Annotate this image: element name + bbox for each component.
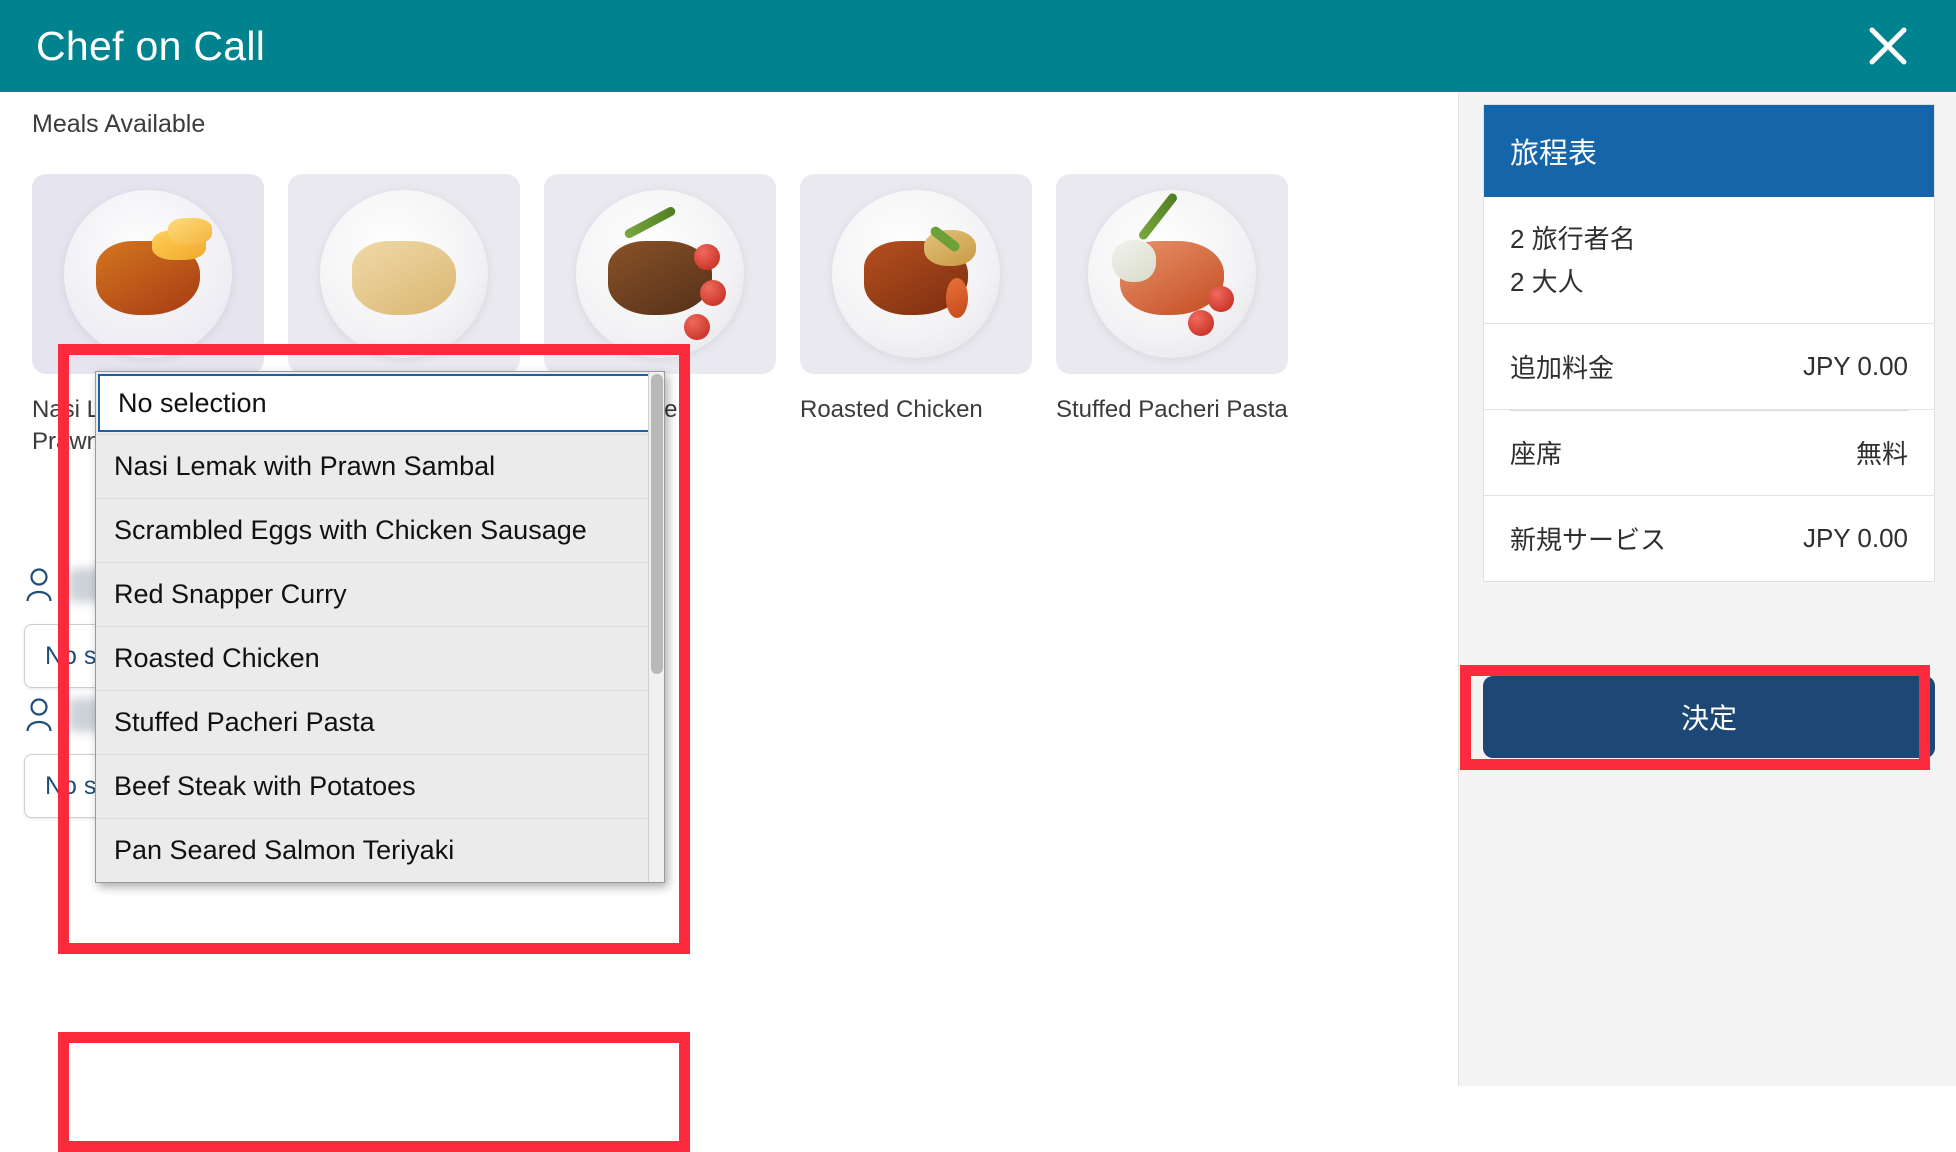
meal-thumbnail (544, 174, 776, 374)
itinerary-row: 座席 無料 (1484, 410, 1934, 496)
itinerary-card: 旅程表 2 旅行者名 2 大人 追加料金 JPY 0.00 座席 無料 新規サー… (1483, 104, 1935, 582)
itinerary-row: 追加料金 JPY 0.00 (1484, 324, 1934, 410)
dropdown-option[interactable]: Nasi Lemak with Prawn Sambal (96, 434, 664, 498)
passenger-count: 2 旅行者名 (1510, 224, 1636, 254)
meal-card[interactable]: Roasted Chicken (800, 174, 1032, 458)
meal-thumbnail (288, 174, 520, 374)
meal-card-label: Stuffed Pacheri Pasta (1056, 396, 1288, 423)
confirm-button[interactable]: 決定 (1483, 676, 1935, 758)
itinerary-row-label: 新規サービス (1510, 525, 1667, 555)
meal-thumbnail (32, 174, 264, 374)
adults-count: 2 大人 (1510, 267, 1584, 297)
meal-thumbnail (1056, 174, 1288, 374)
meal-options-dropdown[interactable]: No selection Nasi Lemak with Prawn Samba… (95, 371, 665, 883)
page-title: Chef on Call (36, 22, 266, 69)
dropdown-scrollbar-thumb[interactable] (651, 374, 663, 674)
itinerary-passengers: 2 旅行者名 2 大人 (1484, 197, 1934, 324)
dropdown-option[interactable]: Beef Steak with Potatoes (96, 754, 664, 818)
close-button[interactable] (1842, 0, 1934, 92)
section-title: Meals Available (32, 110, 206, 138)
close-icon (1865, 23, 1911, 69)
dropdown-option[interactable]: Roasted Chicken (96, 626, 664, 690)
dialog-body: Meals Available Nasi Lemak with Prawn Sa… (0, 92, 1956, 1152)
person-icon (24, 568, 54, 602)
itinerary-row-label: 座席 (1510, 439, 1563, 469)
dropdown-option[interactable]: Stuffed Pacheri Pasta (96, 690, 664, 754)
itinerary-sidebar: 旅程表 2 旅行者名 2 大人 追加料金 JPY 0.00 座席 無料 新規サー… (1458, 92, 1956, 1086)
itinerary-row-value: 無料 (1855, 439, 1908, 469)
itinerary-row: 新規サービス JPY 0.00 (1484, 496, 1934, 581)
dialog-header: Chef on Call (0, 0, 1956, 92)
dropdown-option[interactable]: Red Snapper Curry (96, 562, 664, 626)
itinerary-row-value: JPY 0.00 (1802, 351, 1908, 381)
dropdown-option[interactable]: Scrambled Eggs with Chicken Sausage (96, 498, 664, 562)
meal-card[interactable]: Stuffed Pacheri Pasta (1056, 174, 1288, 458)
meal-card-label: Roasted Chicken (800, 396, 983, 423)
meal-thumbnail (800, 174, 1032, 374)
itinerary-row-value: JPY 0.00 (1802, 523, 1908, 553)
itinerary-row-label: 追加料金 (1510, 353, 1615, 383)
dropdown-scrollbar[interactable] (648, 372, 664, 882)
dropdown-option-list: Nasi Lemak with Prawn Sambal Scrambled E… (96, 434, 664, 882)
dropdown-option-selected[interactable]: No selection (98, 374, 662, 432)
person-icon (24, 698, 54, 732)
dropdown-option[interactable]: Pan Seared Salmon Teriyaki (96, 818, 664, 882)
itinerary-title: 旅程表 (1484, 105, 1934, 197)
